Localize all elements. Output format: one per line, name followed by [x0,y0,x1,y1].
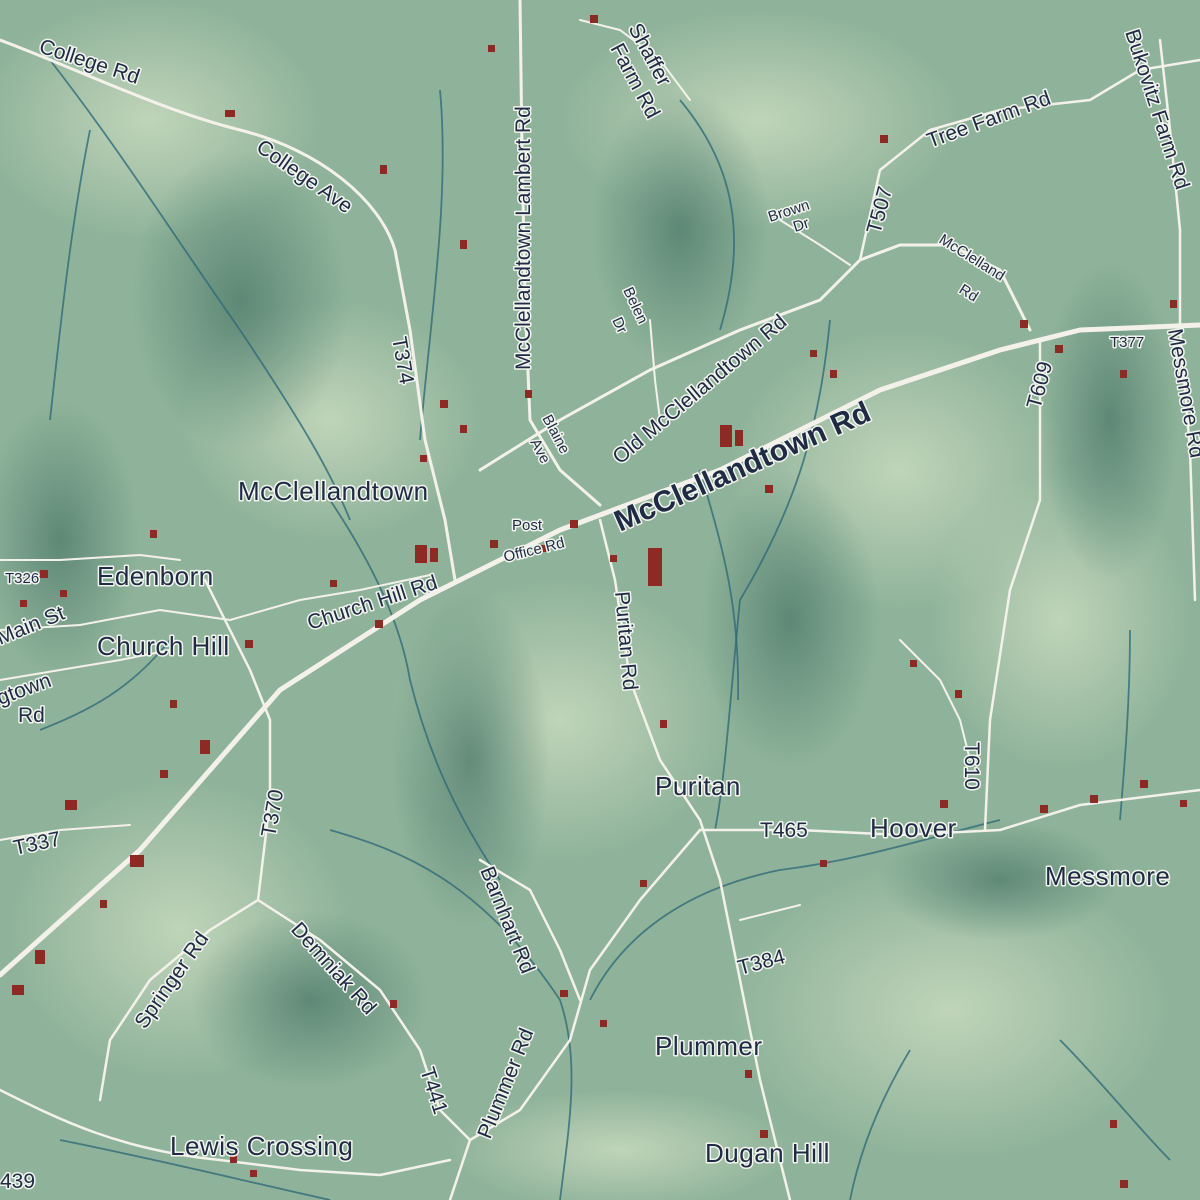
place-label-edenborn: Edenborn [97,561,214,591]
place-label-hoover: Hoover [870,813,957,843]
road-label-t610: T610 [960,742,983,790]
road-label-post: Post [512,517,543,534]
road-label-mcclellandtown-lambert-rd: McClellandtown Lambert Rd [512,106,535,370]
topographic-map[interactable]: McClellandtown Edenborn Church Hill Puri… [0,0,1200,1200]
place-label-mcclellandtown: McClellandtown [238,476,429,506]
road-label-t377: T377 [1110,334,1144,351]
place-label-plummer: Plummer [655,1031,763,1061]
road-label-gtown-rd: Rd [18,704,45,727]
place-label-dugan-hill: Dugan Hill [705,1138,830,1168]
road-label-t465: T465 [760,819,808,842]
place-label-church-hill: Church Hill [97,631,230,661]
place-label-puritan: Puritan [655,771,741,801]
road-label-t326: T326 [5,570,39,587]
place-label-messmore: Messmore [1045,861,1170,891]
road-label-t439: 439 [0,1170,35,1193]
place-label-lewis-crossing: Lewis Crossing [170,1131,353,1161]
